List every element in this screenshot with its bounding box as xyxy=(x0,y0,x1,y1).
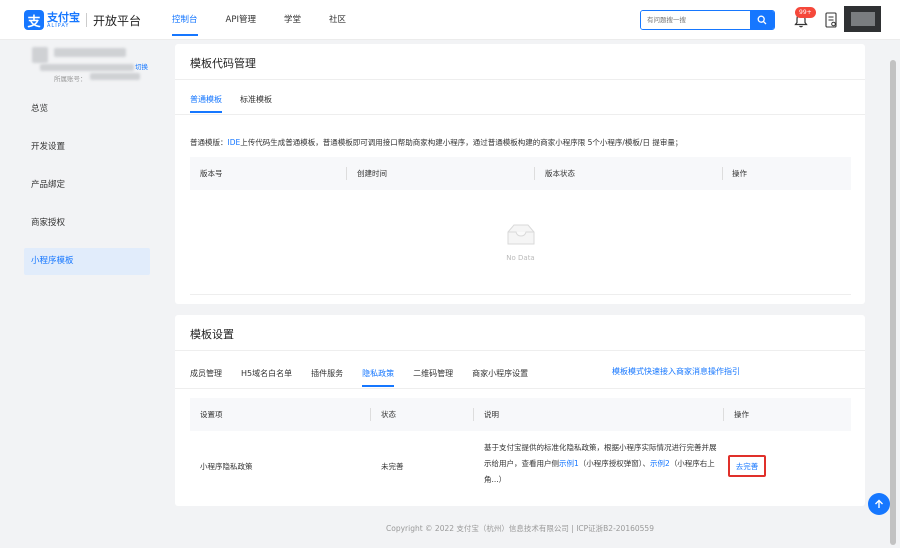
empty-text: No Data xyxy=(506,254,535,262)
ide-link[interactable]: IDE xyxy=(228,138,241,147)
column-separator xyxy=(370,408,371,421)
tab-h5-domain-whitelist[interactable]: H5域名白名单 xyxy=(241,368,292,387)
sidebar-item-dev-settings[interactable]: 开发设置 xyxy=(24,134,150,161)
column-header-action: 操作 xyxy=(732,169,747,178)
search-input[interactable] xyxy=(641,11,750,29)
normal-template-notice: 普通模版：IDE上传代码生成普通模板，普通模板即可调用接口帮助商家构建小程序，通… xyxy=(190,137,682,148)
arrow-up-icon xyxy=(875,499,883,508)
alipay-logo-text: 支付宝 ALIPAY xyxy=(47,12,80,29)
tab-normal-template[interactable]: 普通模板 xyxy=(190,94,222,113)
tab-member-management[interactable]: 成员管理 xyxy=(190,368,222,387)
search-icon xyxy=(757,15,767,25)
version-table-header: 版本号 创建时间 版本状态 操作 xyxy=(190,157,851,190)
template-settings-card: 模板设置 成员管理 H5域名白名单 插件服务 隐私政策 二维码管理 商家小程序设… xyxy=(175,315,865,506)
column-separator xyxy=(722,167,723,180)
top-header: 支 支付宝 ALIPAY 开放平台 控制台 API管理 学堂 社区 99+ xyxy=(0,0,900,40)
logo-cn: 支付宝 xyxy=(47,10,80,24)
tab-standard-template[interactable]: 标准模板 xyxy=(240,94,272,113)
column-separator xyxy=(473,408,474,421)
template-code-tabs: 普通模板 标准模板 xyxy=(190,94,290,113)
account-name-blur xyxy=(54,48,126,57)
back-to-top-button[interactable] xyxy=(868,493,890,515)
column-header-version: 版本号 xyxy=(200,169,223,178)
sidebar-item-product-binding[interactable]: 产品绑定 xyxy=(24,172,150,199)
column-header-version-status: 版本状态 xyxy=(545,169,575,178)
template-code-title: 模板代码管理 xyxy=(190,57,256,70)
switch-account-link[interactable]: 切换 xyxy=(135,61,148,71)
user-avatar[interactable] xyxy=(844,6,881,32)
description-text: （小程序授权弹窗）、 xyxy=(578,459,651,468)
notice-prefix: 普通模版： xyxy=(190,138,228,147)
template-settings-title: 模板设置 xyxy=(190,328,234,341)
alipay-logo[interactable]: 支 支付宝 ALIPAY 开放平台 xyxy=(24,10,141,30)
footer-copyright: Copyright © 2022 支付宝（杭州）信息技术有限公司 | ICP证浙… xyxy=(386,524,654,533)
setting-item-name: 小程序隐私政策 xyxy=(200,462,253,471)
complete-privacy-button[interactable]: 去完善 xyxy=(728,455,766,477)
empty-state: No Data xyxy=(190,190,851,295)
tab-merchant-mini-program-settings[interactable]: 商家小程序设置 xyxy=(472,368,528,387)
sidebar-item-merchant-auth[interactable]: 商家授权 xyxy=(24,210,150,237)
column-header-created-time: 创建时间 xyxy=(357,169,387,178)
account-label: 所属账号： xyxy=(54,75,87,83)
column-header-status: 状态 xyxy=(381,410,396,419)
nav-console[interactable]: 控制台 xyxy=(172,0,198,40)
scrollbar[interactable] xyxy=(890,60,896,545)
search-button[interactable] xyxy=(750,11,774,29)
tab-plugin-service[interactable]: 插件服务 xyxy=(311,368,343,387)
alipay-logo-mark: 支 xyxy=(24,10,44,30)
divider xyxy=(175,114,865,115)
template-settings-tabs: 成员管理 H5域名白名单 插件服务 隐私政策 二维码管理 商家小程序设置 xyxy=(190,368,547,387)
account-avatar-blur xyxy=(32,47,48,63)
notification-badge: 99+ xyxy=(795,7,816,18)
example-1-link[interactable]: 示例1 xyxy=(559,459,579,468)
column-header-action: 操作 xyxy=(734,410,749,419)
top-nav: 控制台 API管理 学堂 社区 xyxy=(172,0,374,40)
tab-privacy-policy[interactable]: 隐私政策 xyxy=(362,368,395,387)
sidebar-item-overview[interactable]: 总览 xyxy=(24,96,150,123)
side-menu: 总览 开发设置 产品绑定 商家授权 小程序模板 xyxy=(24,96,150,286)
account-id-blur xyxy=(40,64,134,71)
nav-academy[interactable]: 学堂 xyxy=(284,0,301,40)
merchant-message-guide-link[interactable]: 模板模式快速接入商家消息操作指引 xyxy=(612,366,740,377)
empty-box-icon xyxy=(507,224,535,245)
tab-qrcode-management[interactable]: 二维码管理 xyxy=(413,368,453,387)
column-separator xyxy=(723,408,724,421)
divider xyxy=(175,388,865,389)
setting-status: 未完善 xyxy=(381,462,404,471)
notice-text: 上传代码生成普通模板，普通模板即可调用接口帮助商家构建小程序，通过普通模板构建的… xyxy=(240,138,683,147)
document-icon[interactable] xyxy=(825,12,837,28)
example-2-link[interactable]: 示例2 xyxy=(650,459,670,468)
avatar-image xyxy=(850,12,875,26)
settings-table-header: 设置项 状态 说明 操作 xyxy=(190,398,851,431)
account-number-blur xyxy=(90,73,140,80)
platform-name: 开放平台 xyxy=(93,13,142,28)
setting-description: 基于支付宝提供的标准化隐私政策，根据小程序实际情况进行完善并展示给用户，查看用户… xyxy=(484,440,719,488)
table-row: 小程序隐私政策 未完善 基于支付宝提供的标准化隐私政策，根据小程序实际情况进行完… xyxy=(190,431,851,499)
logo-en: ALIPAY xyxy=(47,22,70,29)
divider xyxy=(175,79,865,80)
column-separator xyxy=(346,167,347,180)
nav-api-management[interactable]: API管理 xyxy=(226,0,256,40)
divider xyxy=(175,350,865,351)
nav-community[interactable]: 社区 xyxy=(329,0,346,40)
column-header-setting-item: 设置项 xyxy=(200,410,223,419)
column-separator xyxy=(534,167,535,180)
column-header-description: 说明 xyxy=(484,410,499,419)
logo-divider xyxy=(86,13,87,27)
template-code-card: 模板代码管理 普通模板 标准模板 普通模版：IDE上传代码生成普通模板，普通模板… xyxy=(175,44,865,304)
search-box xyxy=(640,10,775,30)
sidebar-item-mini-program-template[interactable]: 小程序模板 xyxy=(24,248,150,275)
sidebar: 切换 所属账号： 总览 开发设置 产品绑定 商家授权 小程序模板 xyxy=(0,41,163,548)
